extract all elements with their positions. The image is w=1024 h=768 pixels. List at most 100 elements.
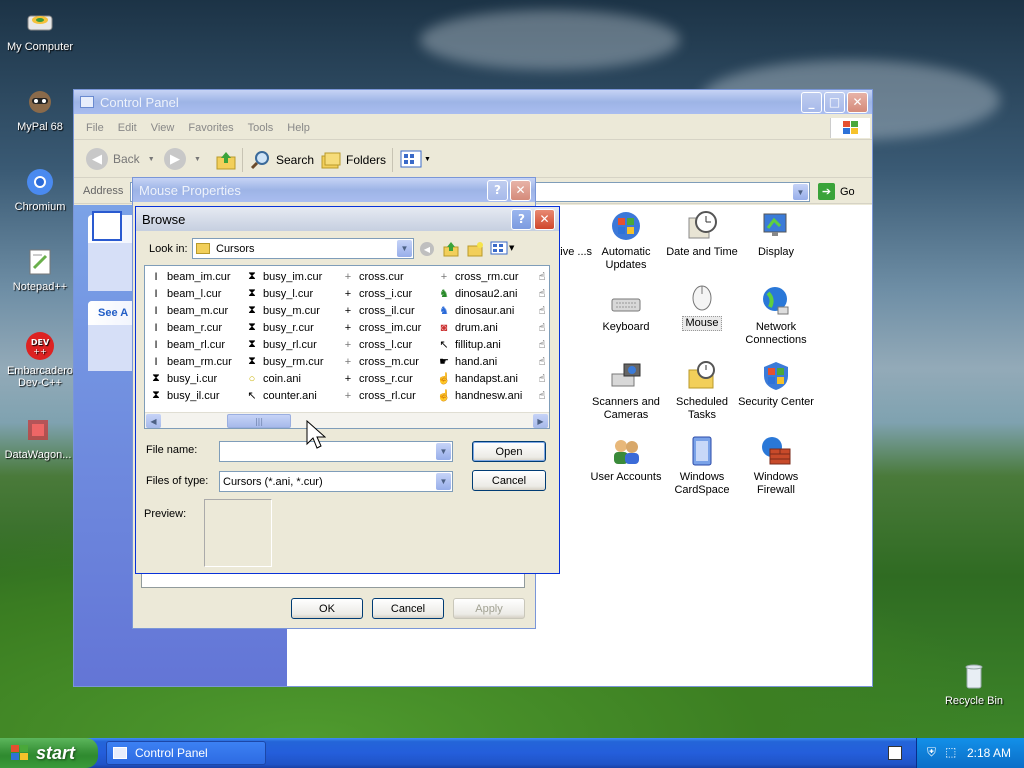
files-of-type-select[interactable]: Cursors (*.ani, *.cur) ▼ <box>219 471 453 492</box>
cp-item-automatic-updates[interactable]: Automatic Updates <box>586 210 666 272</box>
cp-item-mouse[interactable]: Mouse <box>662 280 742 331</box>
back-icon[interactable]: ◀ <box>420 242 434 256</box>
new-folder-icon[interactable] <box>466 240 484 261</box>
cp-item-network[interactable]: Network Connections <box>736 285 816 347</box>
scroll-thumb[interactable]: ||| <box>227 414 291 428</box>
desktop-icon-datawagon[interactable]: DataWagon... <box>0 414 78 461</box>
file-item[interactable]: + cross_im.cur <box>341 319 422 336</box>
scroll-right-icon[interactable]: ▶ <box>533 414 548 428</box>
browse-titlebar[interactable]: Browse ? ✕ <box>136 207 559 231</box>
file-item[interactable]: + cross.cur <box>341 268 404 285</box>
file-item[interactable]: Ibeam_rm.cur <box>149 353 231 370</box>
file-item[interactable]: ⧗ busy_r.cur <box>245 319 314 336</box>
cp-item-firewall[interactable]: Windows Firewall <box>736 435 816 497</box>
menu-favorites[interactable]: Favorites <box>188 122 233 134</box>
desktop-icon-chromium[interactable]: Chromium <box>0 166 80 213</box>
close-button[interactable]: ✕ <box>510 179 531 201</box>
file-item[interactable]: ◙ drum.ani <box>437 319 498 336</box>
open-button[interactable]: Open <box>472 441 546 462</box>
file-item[interactable]: + cross_r.cur <box>341 370 413 387</box>
file-item[interactable]: ⧗ busy_il.cur <box>149 387 219 404</box>
cp-item-user-accounts[interactable]: User Accounts <box>586 435 666 484</box>
go-button[interactable]: ➔ Go <box>818 183 855 200</box>
cp-item-cardspace[interactable]: Windows CardSpace <box>662 435 742 497</box>
cancel-button[interactable]: Cancel <box>472 470 546 491</box>
keyboard-layout-icon[interactable] <box>888 746 902 760</box>
file-item[interactable]: ↖ counter.ani <box>245 387 316 404</box>
file-item[interactable]: ⧗ busy_i.cur <box>149 370 217 387</box>
network-tray-icon[interactable]: ⬚ <box>945 745 956 759</box>
desktop-icon-mypal[interactable]: MyPal 68 <box>0 86 80 133</box>
start-button[interactable]: start <box>0 738 98 768</box>
file-item[interactable]: + cross_rm.cur <box>437 268 519 285</box>
scroll-left-icon[interactable]: ◀ <box>146 414 161 428</box>
clock[interactable]: 2:18 AM <box>967 746 1011 760</box>
file-item[interactable]: ☛ hand.ani <box>437 353 497 370</box>
help-button[interactable]: ? <box>487 179 508 201</box>
file-item[interactable]: ⧗ busy_m.cur <box>245 302 320 319</box>
apply-button[interactable]: Apply <box>453 598 525 619</box>
control-panel-titlebar[interactable]: Control Panel _ □ ✕ <box>74 90 872 114</box>
desktop-icon-devcpp[interactable]: DEV ++ Embarcadero Dev-C++ <box>0 330 80 389</box>
file-item[interactable]: ♞ dinosaur.ani <box>437 302 514 319</box>
maximize-button[interactable]: □ <box>824 91 845 113</box>
cp-item-scanners[interactable]: Scanners and Cameras <box>586 360 666 422</box>
file-item[interactable]: ○ coin.ani <box>245 370 301 387</box>
forward-button[interactable]: ▶ ▼ <box>164 148 201 170</box>
menu-file[interactable]: File <box>86 122 104 134</box>
look-in-select[interactable]: Cursors ▼ <box>192 238 414 259</box>
mouse-properties-titlebar[interactable]: Mouse Properties ? ✕ <box>133 178 535 202</box>
file-item[interactable]: ⧗ busy_l.cur <box>245 285 313 302</box>
file-item[interactable]: ☝ handnesw.ani <box>437 387 522 404</box>
shield-tray-icon[interactable]: ⛨ <box>927 745 936 760</box>
taskbar-item-control-panel[interactable]: Control Panel <box>106 741 266 765</box>
menu-help[interactable]: Help <box>287 122 310 134</box>
file-item[interactable]: + cross_l.cur <box>341 336 412 353</box>
minimize-button[interactable]: _ <box>801 91 822 113</box>
desktop-icon-recycle-bin[interactable]: Recycle Bin <box>934 660 1014 707</box>
horizontal-scrollbar[interactable]: ◀ ||| ▶ <box>145 412 549 428</box>
cp-item-keyboard[interactable]: Keyboard <box>586 285 666 334</box>
file-item[interactable]: Ιbeam_rl.cur <box>149 336 225 353</box>
menu-tools[interactable]: Tools <box>248 122 274 134</box>
file-item[interactable]: ⧗ busy_im.cur <box>245 268 322 285</box>
close-button[interactable]: ✕ <box>847 91 868 113</box>
up-folder-button[interactable] <box>214 148 238 175</box>
file-item[interactable]: Ιbeam_im.cur <box>149 268 230 285</box>
desktop-icon-my-computer[interactable]: My Computer <box>0 6 80 53</box>
cp-item-security-center[interactable]: Security Center <box>736 360 816 409</box>
chevron-down-icon[interactable]: ▼ <box>436 473 451 490</box>
folders-button[interactable]: Folders <box>320 150 386 170</box>
menu-view[interactable]: View <box>151 122 175 134</box>
chevron-down-icon[interactable]: ▼ <box>397 240 412 257</box>
file-item[interactable]: Ιbeam_r.cur <box>149 319 222 336</box>
back-button[interactable]: ◀ Back ▼ <box>86 148 155 170</box>
cp-item-scheduled-tasks[interactable]: Scheduled Tasks <box>662 360 742 422</box>
file-item[interactable]: ⧗ busy_rl.cur <box>245 336 317 353</box>
file-item[interactable]: + cross_rl.cur <box>341 387 416 404</box>
file-list[interactable]: Ιbeam_im.cur Ibeam_l.cur Ibeam_m.cur Ιbe… <box>144 265 550 429</box>
ok-button[interactable]: OK <box>291 598 363 619</box>
file-item[interactable]: ↖ fillitup.ani <box>437 336 500 353</box>
cp-item-date-time[interactable]: Date and Time <box>662 210 742 259</box>
file-item[interactable]: + cross_m.cur <box>341 353 419 370</box>
chevron-down-icon[interactable]: ▼ <box>436 443 451 460</box>
menu-edit[interactable]: Edit <box>118 122 137 134</box>
views-button[interactable]: ▼ <box>400 150 431 168</box>
file-item[interactable]: + cross_i.cur <box>341 285 412 302</box>
cancel-button[interactable]: Cancel <box>372 598 444 619</box>
close-button[interactable]: ✕ <box>534 208 555 230</box>
up-folder-icon[interactable] <box>442 240 460 261</box>
chevron-down-icon[interactable]: ▼ <box>793 184 808 200</box>
file-item[interactable]: ☝ handapst.ani <box>437 370 518 387</box>
help-button[interactable]: ? <box>511 208 532 230</box>
file-name-input[interactable]: ▼ <box>219 441 453 462</box>
file-item[interactable]: ⧗ busy_rm.cur <box>245 353 323 370</box>
cp-item-display[interactable]: Display <box>736 210 816 259</box>
file-item[interactable]: Ibeam_l.cur <box>149 285 221 302</box>
file-item[interactable]: Ibeam_m.cur <box>149 302 228 319</box>
search-button[interactable]: Search <box>250 150 314 170</box>
file-item[interactable]: + cross_il.cur <box>341 302 415 319</box>
file-item[interactable]: ♞ dinosau2.ani <box>437 285 517 302</box>
view-menu-icon[interactable]: ▼ <box>490 241 514 255</box>
